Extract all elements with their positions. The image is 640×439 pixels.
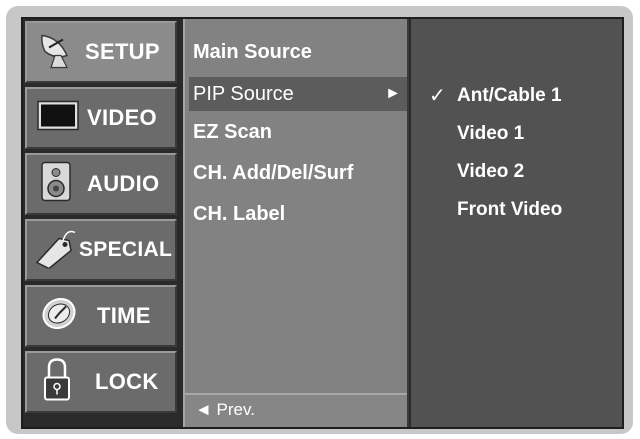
osd-panel: SETUP VIDEO AUDIO SPECIAL TIME LOCK Main… [21,17,624,429]
submenu: Main Source PIP Source ► EZ Scan CH. Add… [183,19,409,427]
menu-item-audio[interactable]: AUDIO [25,153,177,215]
menu-label-audio: AUDIO [87,171,160,196]
submenu-item-pip-source[interactable]: PIP Source ► [189,77,407,111]
menu-label-setup: SETUP [85,39,160,64]
checkmark-icon: ✓ [429,85,446,107]
option-video-1[interactable]: Video 1 [411,117,622,151]
option-video-2[interactable]: Video 2 [411,155,622,189]
prev-button[interactable]: ◄ Prev. [185,393,407,427]
menu-label-lock: LOCK [95,369,159,394]
option-label: Ant/Cable 1 [457,85,562,106]
monitor-icon [37,100,79,136]
submenu-item-ch-label[interactable]: CH. Label [193,197,285,231]
menu-item-special[interactable]: SPECIAL [25,219,177,281]
main-menu: SETUP VIDEO AUDIO SPECIAL TIME LOCK [23,19,181,427]
submenu-item-label: PIP Source [193,83,294,105]
menu-label-video: VIDEO [87,105,157,130]
options-panel: ✓ Ant/Cable 1 Video 1 Video 2 Front Vide… [411,19,622,427]
satellite-dish-icon [37,30,77,75]
menu-label-special: SPECIAL [79,238,173,261]
submenu-item-ch-add-del-surf[interactable]: CH. Add/Del/Surf [193,156,353,190]
option-label: Video 2 [457,161,525,182]
clock-icon [39,295,79,338]
submenu-item-ez-scan[interactable]: EZ Scan [193,115,272,149]
option-ant-cable-1[interactable]: ✓ Ant/Cable 1 [411,79,622,113]
submenu-item-main-source[interactable]: Main Source [193,35,312,69]
option-label: Video 1 [457,123,525,144]
option-label: Front Video [457,199,563,220]
menu-item-setup[interactable]: SETUP [25,21,177,83]
menu-item-lock[interactable]: LOCK [25,351,177,413]
menu-label-time: TIME [97,303,151,328]
padlock-icon [43,358,71,407]
tag-icon [33,227,77,274]
arrow-right-icon: ► [385,85,401,102]
menu-item-time[interactable]: TIME [25,285,177,347]
speaker-icon [41,161,71,207]
menu-item-video[interactable]: VIDEO [25,87,177,149]
option-front-video[interactable]: Front Video [411,193,622,227]
